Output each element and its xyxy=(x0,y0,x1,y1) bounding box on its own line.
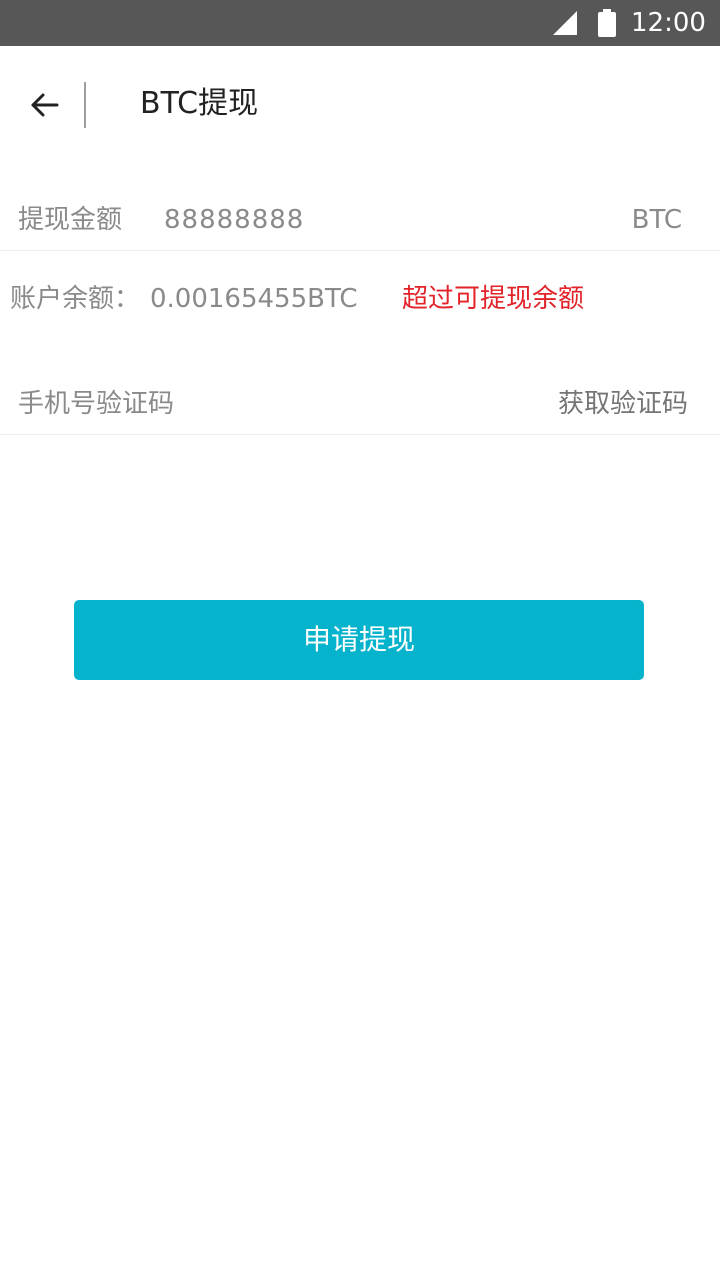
balance-label: 账户余额： xyxy=(10,284,141,314)
app-bar: BTC提现 xyxy=(0,46,720,164)
verification-code-row: 获取验证码 xyxy=(0,374,720,435)
battery-icon xyxy=(598,9,616,37)
amount-unit: BTC xyxy=(631,205,682,235)
amount-input[interactable] xyxy=(160,198,588,242)
submit-withdraw-button[interactable]: 申请提现 xyxy=(74,600,644,680)
signal-icon xyxy=(553,11,577,35)
get-code-button[interactable]: 获取验证码 xyxy=(558,386,688,422)
balance-row: 账户余额： 0.00165455BTC 超过可提现余额 xyxy=(0,278,720,322)
arrow-left-icon xyxy=(31,93,59,117)
amount-label: 提现金额 xyxy=(18,205,123,235)
header-divider xyxy=(84,82,86,128)
back-button[interactable] xyxy=(22,82,68,128)
balance-value: 0.00165455BTC xyxy=(150,284,358,314)
balance-error-text: 超过可提现余额 xyxy=(402,284,585,314)
page-title: BTC提现 xyxy=(140,86,259,121)
status-time: 12:00 xyxy=(631,8,706,38)
verification-code-input[interactable] xyxy=(14,382,502,426)
status-bar: 12:00 xyxy=(0,0,720,46)
withdraw-amount-row: 提现金额 BTC xyxy=(0,190,720,251)
